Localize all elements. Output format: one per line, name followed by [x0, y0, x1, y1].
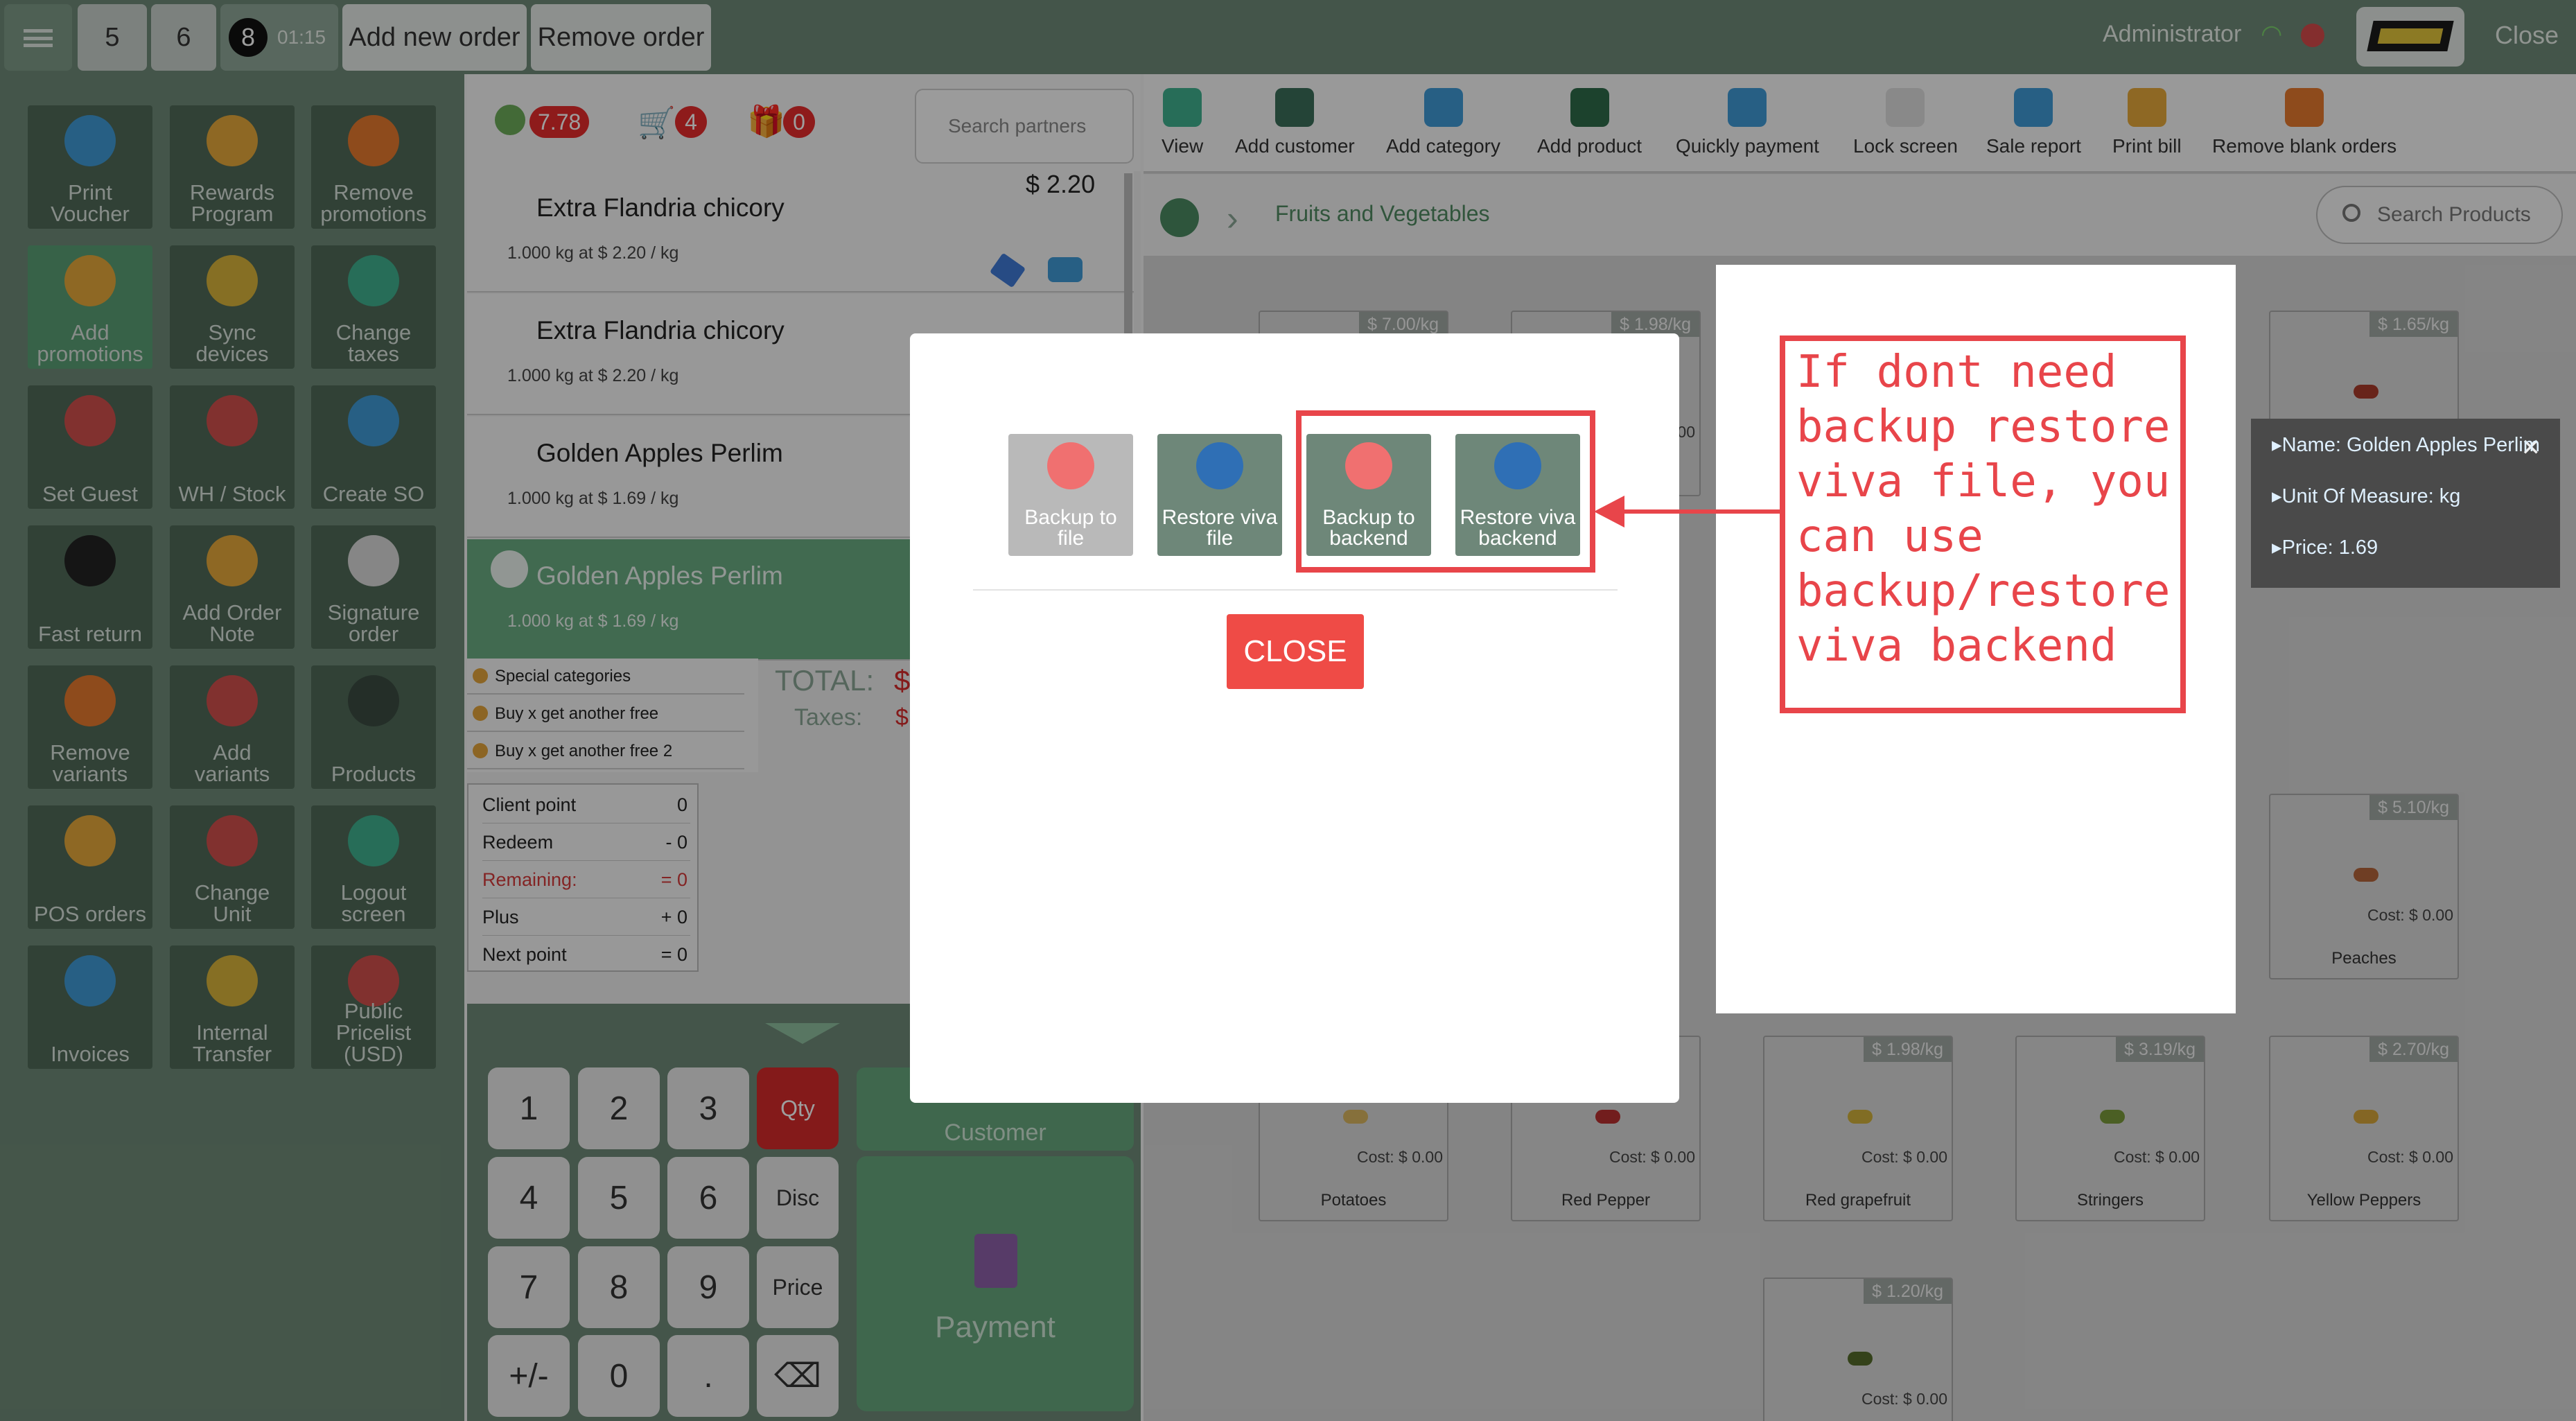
annotation-text: If dont need backup restore viva file, y… [1796, 347, 2171, 672]
restore-viva-file-button[interactable]: Restore viva file [1157, 434, 1282, 556]
tooltip-price: ▸Price: 1.69 [2272, 537, 2378, 559]
annotation-arrow [1622, 509, 1781, 514]
backup-icon [1047, 442, 1094, 489]
modal-close-button[interactable]: CLOSE [1227, 614, 1364, 689]
backup-to-file-button[interactable]: Backup to file [1008, 434, 1133, 556]
tooltip-uom: ▸Unit Of Measure: kg [2272, 485, 2461, 507]
restore-icon [1196, 442, 1243, 489]
highlight-box [1296, 410, 1595, 573]
product-tooltip: ✕ ▸Name: Golden Apples Perlim ▸Unit Of M… [2251, 419, 2560, 588]
arrow-head-icon [1594, 496, 1624, 528]
tooltip-name: ▸Name: Golden Apples Perlim [2272, 434, 2540, 456]
modal-divider [973, 589, 1618, 591]
